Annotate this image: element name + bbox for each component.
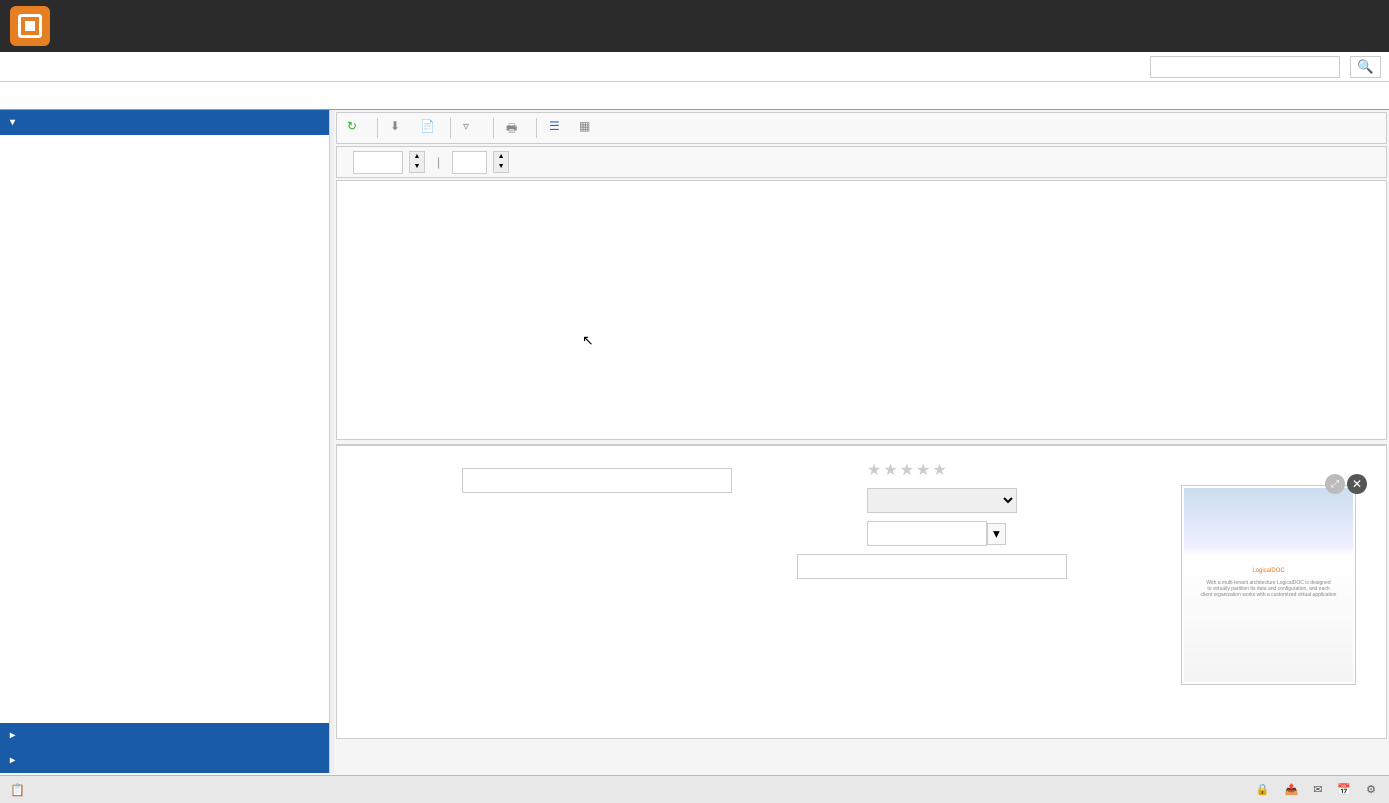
download-icon[interactable]: ⬇ — [390, 119, 408, 137]
app-logo — [10, 6, 58, 46]
panel-bookmarks[interactable] — [0, 723, 329, 748]
print-icon[interactable]: 🖶 — [506, 119, 524, 137]
vote-stars[interactable]: ★★★★★ — [867, 460, 1037, 480]
display-count-input[interactable] — [353, 151, 403, 174]
refresh-icon[interactable]: ↻ — [347, 119, 365, 137]
grid-view-icon[interactable]: ▦ — [579, 119, 597, 137]
app-header — [0, 0, 1389, 52]
page-down[interactable]: ▼ — [494, 162, 508, 172]
page-up[interactable]: ▲ — [494, 152, 508, 162]
title-input[interactable] — [462, 468, 732, 493]
tag-input[interactable] — [867, 521, 987, 546]
menubar: 🔍 — [0, 52, 1389, 82]
newtag-input[interactable] — [797, 554, 1067, 579]
logo-icon — [10, 6, 50, 46]
filter-icon[interactable]: ▿ — [463, 119, 481, 137]
status-messages[interactable]: ✉ — [1313, 783, 1325, 796]
clipboard-icon[interactable]: 📋 — [10, 783, 25, 797]
display-down[interactable]: ▼ — [410, 162, 424, 172]
panel-trash[interactable] — [0, 748, 329, 773]
main-tabs — [0, 82, 1389, 110]
expand-icon[interactable]: ⤢ — [1325, 474, 1345, 494]
search-button[interactable]: 🔍 — [1350, 56, 1381, 78]
status-events[interactable]: 📅 — [1337, 783, 1354, 796]
tag-dropdown[interactable]: ▾ — [987, 523, 1006, 545]
status-locked[interactable]: 🔒 — [1256, 783, 1273, 796]
content-area: ↻ ⬇ 📄 ▿ 🖶 ☰ ▦ ▲▼ | ▲▼ — [330, 110, 1389, 773]
status-workflows[interactable]: ⚙ — [1366, 783, 1379, 796]
search-input[interactable] — [1150, 56, 1340, 78]
list-view-icon[interactable]: ☰ — [549, 119, 567, 137]
details-panel: ★★★★★ ▾ ⤢ ✕ LogicalDOC With a multi-tena… — [336, 444, 1387, 739]
language-select[interactable] — [867, 488, 1017, 513]
toolbar: ↻ ⬇ 📄 ▿ 🖶 ☰ ▦ — [336, 112, 1387, 144]
statusbar: 📋 🔒 📤 ✉ 📅 ⚙ — [0, 775, 1389, 803]
preview-thumbnail[interactable]: ⤢ ✕ LogicalDOC With a multi-tenant archi… — [1181, 485, 1356, 685]
status-checkout[interactable]: 📤 — [1285, 783, 1302, 796]
panel-browser[interactable] — [0, 110, 329, 135]
page-input[interactable] — [452, 151, 487, 174]
add-document-icon[interactable]: 📄 — [420, 119, 438, 137]
document-grid — [336, 180, 1387, 440]
sidebar — [0, 110, 330, 773]
folder-tree — [0, 135, 329, 723]
display-up[interactable]: ▲ — [410, 152, 424, 162]
close-icon[interactable]: ✕ — [1347, 474, 1367, 494]
display-bar: ▲▼ | ▲▼ — [336, 146, 1387, 178]
